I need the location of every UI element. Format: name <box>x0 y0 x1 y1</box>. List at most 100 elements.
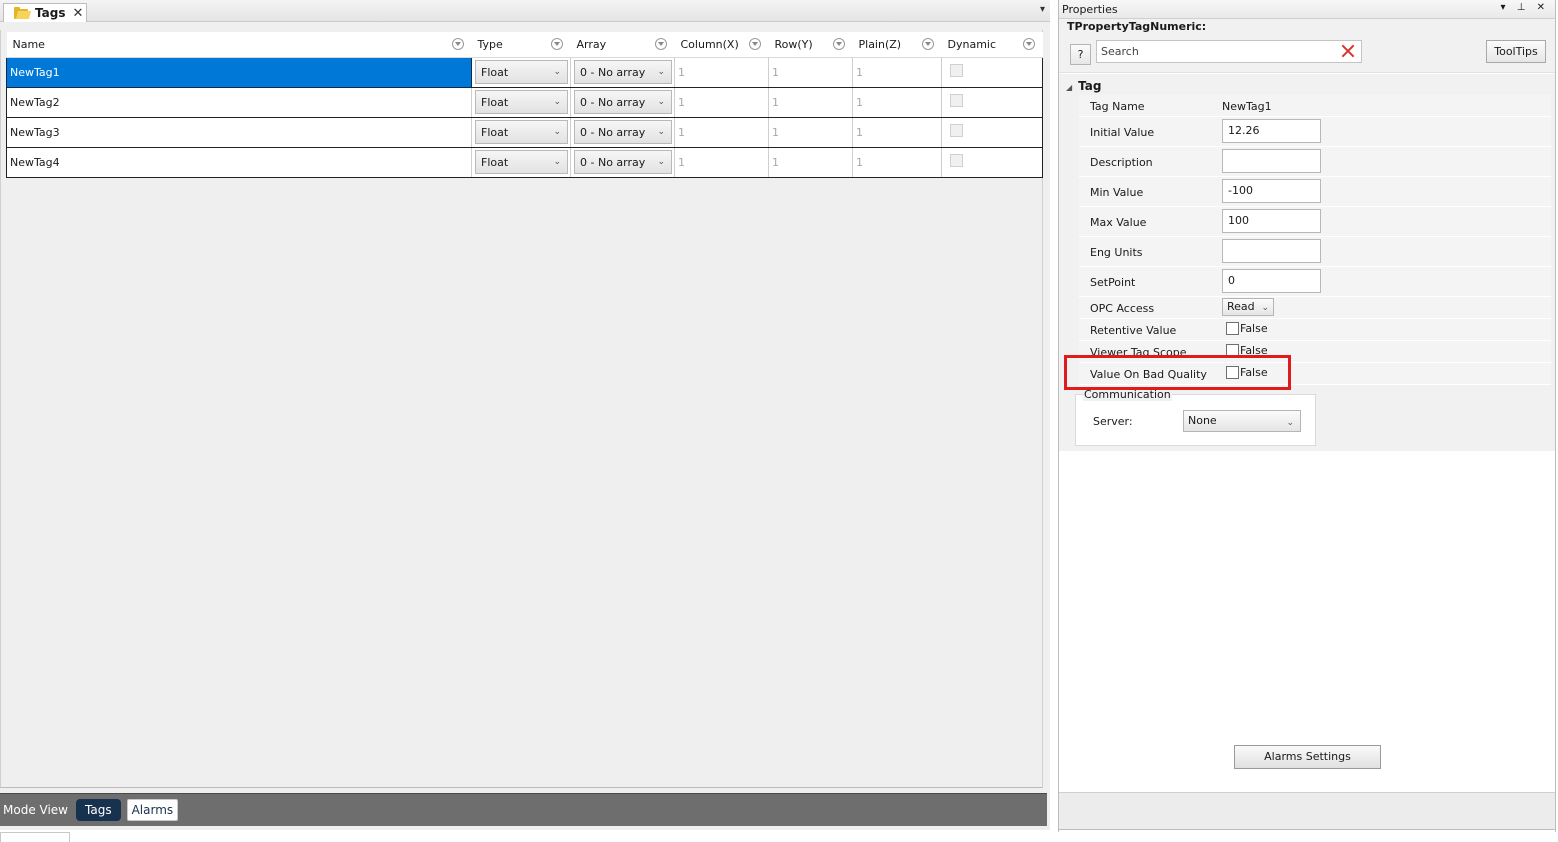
column-x-cell: 1 <box>674 146 769 178</box>
collapse-triangle-icon[interactable]: ◢ <box>1066 83 1072 92</box>
initial-value-field[interactable]: 12.26 <box>1222 119 1321 143</box>
table-row[interactable]: NewTag3 Float ⌄ 0 - No array ⌄ 1 1 1 <box>6 116 1043 148</box>
array-dropdown[interactable]: 0 - No array ⌄ <box>574 90 672 114</box>
dynamic-checkbox <box>950 154 963 167</box>
chevron-down-icon: ⌄ <box>553 127 561 137</box>
mode-alarms-button[interactable]: Alarms <box>126 799 179 821</box>
eng-units-field[interactable] <box>1222 239 1321 263</box>
filter-icon[interactable] <box>748 38 761 50</box>
dynamic-cell <box>941 56 1043 88</box>
type-cell[interactable]: Float ⌄ <box>471 56 571 88</box>
tag-name-cell[interactable]: NewTag3 <box>6 116 472 148</box>
help-button[interactable]: ? <box>1070 44 1091 65</box>
dynamic-cell <box>941 116 1043 148</box>
filter-icon[interactable] <box>921 38 934 50</box>
prop-label: Description <box>1090 156 1153 169</box>
prop-label: Min Value <box>1090 186 1144 199</box>
filter-icon[interactable] <box>550 38 563 50</box>
dynamic-checkbox <box>950 64 963 77</box>
type-cell[interactable]: Float ⌄ <box>471 86 571 118</box>
table-row[interactable]: NewTag4 Float ⌄ 0 - No array ⌄ 1 1 1 <box>6 146 1043 178</box>
tag-name-cell[interactable]: NewTag2 <box>6 86 472 118</box>
server-label: Server: <box>1093 415 1133 428</box>
type-dropdown[interactable]: Float ⌄ <box>475 60 568 84</box>
retentive-checkbox[interactable]: False <box>1226 322 1268 335</box>
highlight-box <box>1064 355 1291 390</box>
checkbox-box[interactable] <box>1226 322 1239 335</box>
bottom-tab-stub[interactable] <box>0 832 70 842</box>
chevron-down-icon: ⌄ <box>657 127 665 137</box>
prop-row-initial-value: Initial Value 12.26 <box>1079 117 1551 147</box>
server-dropdown[interactable]: None ⌄ <box>1183 410 1301 432</box>
column-header-row-y[interactable]: Row(Y) <box>768 32 853 58</box>
prop-row-retentive: Retentive Value False <box>1079 319 1551 341</box>
array-dropdown[interactable]: 0 - No array ⌄ <box>574 150 672 174</box>
tooltips-button[interactable]: ToolTips <box>1486 40 1546 63</box>
setpoint-field[interactable]: 0 <box>1222 269 1321 293</box>
filter-icon[interactable] <box>832 38 845 50</box>
chevron-down-icon: ⌄ <box>1261 303 1269 313</box>
min-value-field[interactable]: -100 <box>1222 179 1321 203</box>
tab-tags[interactable]: Tags ✕ <box>3 3 87 22</box>
clear-search-icon[interactable] <box>1341 44 1355 58</box>
tags-document-pane: Tags ✕ ▾ Name Type Array Column(X) Row(Y… <box>0 0 1050 830</box>
prop-value: NewTag1 <box>1222 100 1272 113</box>
pane-menu-icon[interactable]: ▾ <box>1040 4 1045 15</box>
array-dropdown[interactable]: 0 - No array ⌄ <box>574 60 672 84</box>
plain-z-cell: 1 <box>852 86 942 118</box>
prop-label: Tag Name <box>1090 100 1145 113</box>
prop-row-tag-name: Tag Name NewTag1 <box>1079 95 1551 117</box>
table-row[interactable]: NewTag2 Float ⌄ 0 - No array ⌄ 1 1 1 <box>6 86 1043 118</box>
tag-name-cell[interactable]: NewTag1 <box>6 56 472 88</box>
mode-tags-button[interactable]: Tags <box>76 799 121 821</box>
chevron-down-icon: ⌄ <box>1286 418 1294 428</box>
app-window: Tags ✕ ▾ Name Type Array Column(X) Row(Y… <box>0 0 1558 842</box>
opc-access-dropdown[interactable]: Read ⌄ <box>1222 298 1274 316</box>
prop-label: Eng Units <box>1090 246 1143 259</box>
row-y-cell: 1 <box>768 146 853 178</box>
prop-label: Max Value <box>1090 216 1147 229</box>
description-field[interactable] <box>1222 149 1321 173</box>
chevron-down-icon: ⌄ <box>657 67 665 77</box>
plain-z-cell: 1 <box>852 146 942 178</box>
group-header-tag[interactable]: ◢ Tag <box>1066 79 1101 93</box>
prop-row-max-value: Max Value 100 <box>1079 207 1551 237</box>
properties-title-bar: Properties ▾ ⊥ ✕ <box>1059 0 1555 19</box>
prop-label: Initial Value <box>1090 126 1155 139</box>
column-header-plain-z[interactable]: Plain(Z) <box>852 32 942 58</box>
filter-icon[interactable] <box>451 38 464 50</box>
array-dropdown[interactable]: 0 - No array ⌄ <box>574 120 672 144</box>
plain-z-cell: 1 <box>852 56 942 88</box>
prop-label: SetPoint <box>1090 276 1136 289</box>
pane-window-controls[interactable]: ▾ ⊥ ✕ <box>1501 2 1549 13</box>
chevron-down-icon: ⌄ <box>553 97 561 107</box>
type-dropdown[interactable]: Float ⌄ <box>475 90 568 114</box>
column-header-dynamic[interactable]: Dynamic <box>941 32 1043 58</box>
close-icon[interactable]: ✕ <box>72 6 83 21</box>
column-header-array[interactable]: Array <box>570 32 675 58</box>
table-row[interactable]: NewTag1 Float ⌄ 0 - No array ⌄ 1 1 1 <box>6 56 1043 88</box>
array-cell[interactable]: 0 - No array ⌄ <box>570 56 675 88</box>
alarms-settings-button[interactable]: Alarms Settings <box>1234 745 1381 769</box>
type-dropdown[interactable]: Float ⌄ <box>475 150 568 174</box>
type-cell[interactable]: Float ⌄ <box>471 146 571 178</box>
type-dropdown[interactable]: Float ⌄ <box>475 120 568 144</box>
tab-tags-label: Tags <box>35 6 66 20</box>
dynamic-cell <box>941 146 1043 178</box>
prop-row-opc-access: OPC Access Read ⌄ <box>1079 297 1551 319</box>
max-value-field[interactable]: 100 <box>1222 209 1321 233</box>
column-header-type[interactable]: Type <box>471 32 571 58</box>
chevron-down-icon: ⌄ <box>657 97 665 107</box>
property-class-name: TPropertyTagNumeric: <box>1059 19 1555 35</box>
tag-name-cell[interactable]: NewTag4 <box>6 146 472 178</box>
search-input[interactable]: Search <box>1096 40 1362 63</box>
filter-icon[interactable] <box>1022 38 1035 50</box>
type-cell[interactable]: Float ⌄ <box>471 116 571 148</box>
dynamic-checkbox <box>950 94 963 107</box>
array-cell[interactable]: 0 - No array ⌄ <box>570 86 675 118</box>
array-cell[interactable]: 0 - No array ⌄ <box>570 146 675 178</box>
column-header-column-x[interactable]: Column(X) <box>674 32 769 58</box>
filter-icon[interactable] <box>654 38 667 50</box>
column-header-name[interactable]: Name <box>6 32 472 58</box>
array-cell[interactable]: 0 - No array ⌄ <box>570 116 675 148</box>
